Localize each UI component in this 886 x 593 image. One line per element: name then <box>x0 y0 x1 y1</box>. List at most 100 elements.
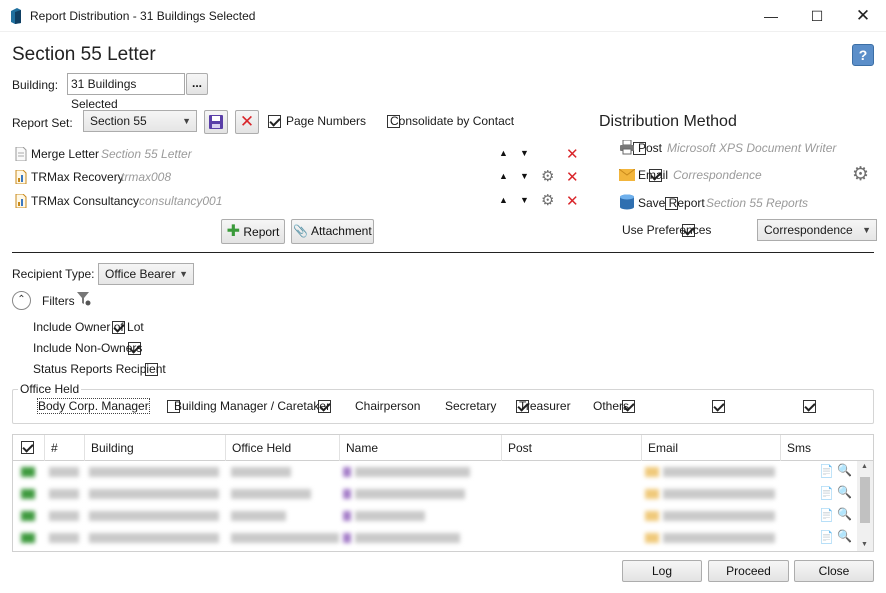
office-treasurer-checkbox[interactable] <box>712 400 726 413</box>
building-label: Building: <box>12 78 59 92</box>
move-down-icon[interactable]: ▼ <box>520 195 529 205</box>
gear-icon[interactable]: ⚙ <box>541 167 554 185</box>
building-field[interactable]: 31 Buildings Selected <box>67 73 185 111</box>
table-row[interactable]: 📄 🔍 <box>13 461 859 483</box>
select-all-header[interactable] <box>13 435 45 461</box>
help-icon[interactable]: ? <box>852 44 874 66</box>
save-report-set-button[interactable] <box>204 110 228 134</box>
plus-icon: ✚ <box>226 223 241 240</box>
report-set-select[interactable]: Section 55 ▼ <box>83 110 197 132</box>
column-email[interactable]: Email <box>642 435 781 461</box>
move-down-icon[interactable]: ▼ <box>520 148 529 158</box>
filters-label: Filters <box>42 294 75 308</box>
search-icon[interactable]: 🔍 <box>837 463 852 477</box>
preferences-select[interactable]: Correspondence ▼ <box>757 219 877 241</box>
page-numbers-checkbox[interactable] <box>268 115 281 128</box>
report-chart-icon <box>15 194 27 208</box>
building-browse-button[interactable]: ... <box>186 73 208 95</box>
minimize-button[interactable]: — <box>748 0 794 32</box>
grid-scrollbar[interactable]: ▲ ▼ <box>857 461 873 551</box>
move-up-icon[interactable]: ▲ <box>499 195 508 205</box>
add-report-button[interactable]: ✚ Report <box>221 219 285 244</box>
report-row[interactable]: TRMax Recovery trmax008 ▲ ▼ ⚙ ✕ <box>14 168 584 190</box>
close-button[interactable]: Close <box>794 560 874 582</box>
report-row[interactable]: Merge Letter Section 55 Letter ▲ ▼ ✕ <box>14 145 584 167</box>
add-report-label: Report <box>243 225 280 239</box>
delete-report-set-button[interactable]: ✕ <box>235 110 259 134</box>
report-set-value: Section 55 <box>90 114 147 128</box>
page-title: Section 55 Letter <box>12 44 156 65</box>
delete-icon: ✕ <box>239 112 255 131</box>
gear-icon[interactable]: ⚙ <box>541 191 554 209</box>
office-secretary-label: Secretary <box>445 399 497 413</box>
table-row[interactable]: 📄 🔍 <box>13 483 859 505</box>
office-held-title: Office Held <box>18 382 82 396</box>
log-button[interactable]: Log <box>622 560 702 582</box>
document-icon <box>15 147 27 161</box>
search-icon[interactable]: 🔍 <box>837 529 852 543</box>
report-desc: consultancy001 <box>139 194 223 208</box>
search-icon[interactable]: 🔍 <box>837 485 852 499</box>
recipient-type-select[interactable]: Office Bearer ▼ <box>98 263 194 285</box>
column-office-held[interactable]: Office Held <box>226 435 340 461</box>
add-attachment-button[interactable]: 📎 Attachment <box>291 219 374 244</box>
move-down-icon[interactable]: ▼ <box>520 171 529 181</box>
chevron-down-icon: ▼ <box>862 225 871 235</box>
select-all-checkbox[interactable] <box>21 441 34 454</box>
maximize-button[interactable]: ☐ <box>794 0 840 32</box>
report-set-label: Report Set: <box>12 116 73 130</box>
window-title: Report Distribution - 31 Buildings Selec… <box>30 9 256 23</box>
database-icon <box>620 194 634 210</box>
proceed-button[interactable]: Proceed <box>708 560 789 582</box>
document-icon[interactable]: 📄 <box>819 530 834 544</box>
preferences-value: Correspondence <box>764 223 853 237</box>
add-attachment-label: Attachment <box>310 224 372 238</box>
scroll-up-icon[interactable]: ▲ <box>861 463 868 470</box>
report-desc: trmax008 <box>121 170 172 184</box>
document-icon[interactable]: 📄 <box>819 486 834 500</box>
remove-report-icon[interactable]: ✕ <box>566 192 579 210</box>
column-name[interactable]: Name <box>340 435 502 461</box>
table-row[interactable]: 📄 🔍 <box>13 505 859 527</box>
report-name: Merge Letter <box>31 147 100 161</box>
move-up-icon[interactable]: ▲ <box>499 171 508 181</box>
scroll-down-icon[interactable]: ▼ <box>861 541 868 548</box>
table-row[interactable]: 📄 🔍 <box>13 527 859 549</box>
remove-report-icon[interactable]: ✕ <box>566 168 579 186</box>
filter-icon[interactable] <box>76 291 92 307</box>
recipient-type-value: Office Bearer <box>105 267 176 281</box>
title-bar: Report Distribution - 31 Buildings Selec… <box>0 0 886 32</box>
save-report-desc: Section 55 Reports <box>706 196 809 210</box>
document-icon[interactable]: 📄 <box>819 464 834 478</box>
remove-report-icon[interactable]: ✕ <box>566 145 579 163</box>
scroll-thumb[interactable] <box>860 477 870 523</box>
report-name: TRMax Consultancy <box>31 194 140 208</box>
search-icon[interactable]: 🔍 <box>837 507 852 521</box>
post-label: Post <box>638 141 663 155</box>
column-number[interactable]: # <box>45 435 85 461</box>
include-non-owners-label: Include Non-Owners <box>33 341 143 355</box>
document-icon[interactable]: 📄 <box>819 508 834 522</box>
column-post[interactable]: Post <box>502 435 642 461</box>
app-icon <box>11 8 21 24</box>
move-up-icon[interactable]: ▲ <box>499 148 508 158</box>
consolidate-label: Consolidate by Contact <box>390 114 515 128</box>
collapse-filters-icon[interactable]: ⌃ <box>12 291 31 310</box>
column-sms[interactable]: Sms <box>781 435 873 461</box>
office-others-checkbox[interactable] <box>802 400 816 413</box>
report-row[interactable]: TRMax Consultancy consultancy001 ▲ ▼ ⚙ ✕ <box>14 192 584 214</box>
report-desc: Section 55 Letter <box>101 147 192 161</box>
recipient-type-label: Recipient Type: <box>12 267 95 281</box>
report-list: Merge Letter Section 55 Letter ▲ ▼ ✕ TRM… <box>14 145 584 217</box>
column-building[interactable]: Building <box>85 435 226 461</box>
office-body-corp-label: Body Corp. Manager <box>37 398 150 414</box>
email-label: Email <box>638 168 669 182</box>
office-building-manager-label: Building Manager / Caretaker <box>174 399 331 413</box>
page-numbers-label: Page Numbers <box>286 114 367 128</box>
close-window-button[interactable]: ✕ <box>840 0 886 32</box>
distribution-title: Distribution Method <box>599 113 737 130</box>
use-preferences-label: Use Preferences <box>622 223 712 237</box>
section-divider <box>12 252 874 253</box>
email-settings-gear-icon[interactable]: ⚙ <box>852 163 869 186</box>
post-desc: Microsoft XPS Document Writer <box>667 141 837 155</box>
